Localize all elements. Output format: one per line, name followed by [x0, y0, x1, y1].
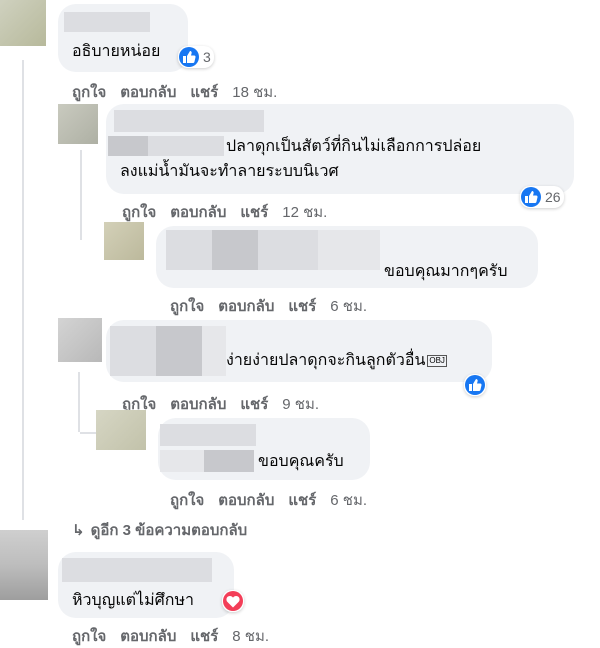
comment-actions: ถูกใจ ตอบกลับ แชร์ 18 ชม. — [72, 80, 291, 104]
comment-actions: ถูกใจ ตอบกลับ แชร์ 6 ชม. — [170, 294, 381, 318]
share-button[interactable]: แชร์ — [288, 492, 316, 509]
timestamp[interactable]: 12 ชม. — [282, 204, 327, 221]
redacted-author-name — [156, 326, 202, 376]
share-button[interactable]: แชร์ — [288, 298, 316, 315]
comment-text-content: ง่ายง่ายปลาดุกจะกินลูกตัวอื่น — [226, 352, 426, 369]
redacted-author-name — [64, 12, 150, 32]
reply-button[interactable]: ตอบกลับ — [170, 204, 226, 221]
redacted-author-name — [202, 326, 226, 376]
reply-button[interactable]: ตอบกลับ — [120, 628, 176, 645]
reaction-badge[interactable] — [464, 374, 486, 396]
like-button[interactable]: ถูกใจ — [170, 298, 204, 315]
comment-actions: ถูกใจ ตอบกลับ แชร์ 9 ชม. — [122, 392, 333, 416]
comment-text: ขอบคุณมากๆครับ — [384, 263, 508, 280]
redacted-author-name — [166, 230, 212, 270]
thread-line — [22, 60, 24, 520]
share-button[interactable]: แชร์ — [190, 628, 218, 645]
love-icon — [223, 591, 243, 611]
reaction-badge[interactable]: 3 — [178, 46, 214, 68]
reply-button[interactable]: ตอบกลับ — [120, 84, 176, 101]
thread-line — [78, 372, 80, 432]
comment-actions: ถูกใจ ตอบกลับ แชร์ 12 ชม. — [122, 200, 341, 224]
reaction-badge[interactable] — [222, 590, 244, 612]
emoji-icon: OBJ — [427, 354, 447, 367]
like-button[interactable]: ถูกใจ — [72, 628, 106, 645]
view-more-replies-label: ดูอีก 3 ข้อความตอบกลับ — [90, 522, 248, 539]
avatar[interactable] — [0, 530, 48, 600]
redacted-text — [148, 136, 224, 156]
reply-arrow-icon: ↳ — [72, 522, 85, 539]
like-button[interactable]: ถูกใจ — [72, 84, 106, 101]
like-button[interactable]: ถูกใจ — [170, 492, 204, 509]
comment-text-line1: ปลาดุกเป็นสัตว์ที่กินไม่เลือกการปล่อย — [226, 138, 482, 155]
redacted-text — [160, 450, 204, 472]
avatar[interactable] — [58, 104, 98, 144]
like-icon — [465, 375, 485, 395]
comment-text: ง่ายง่ายปลาดุกจะกินลูกตัวอื่น OBJ — [226, 351, 447, 371]
reaction-count: 3 — [203, 49, 211, 65]
redacted-author-name — [160, 424, 256, 446]
redacted-text — [204, 450, 254, 472]
share-button[interactable]: แชร์ — [240, 204, 268, 221]
avatar[interactable] — [104, 222, 144, 260]
redacted-author-name — [258, 230, 318, 270]
comment-text-line2: ลงแม่น้ำมันจะทำลายระบบนิเวศ — [120, 163, 339, 180]
redacted-author-name — [62, 558, 212, 582]
redacted-author-name — [318, 230, 380, 270]
comment-actions: ถูกใจ ตอบกลับ แชร์ 6 ชม. — [170, 488, 381, 512]
reaction-count: 26 — [545, 189, 561, 205]
redacted-author-name — [110, 326, 156, 376]
comment-actions: ถูกใจ ตอบกลับ แชร์ 8 ชม. — [72, 624, 283, 648]
timestamp[interactable]: 6 ชม. — [330, 492, 367, 509]
timestamp[interactable]: 8 ชม. — [232, 628, 269, 645]
timestamp[interactable]: 6 ชม. — [330, 298, 367, 315]
comment-text: อธิบายหน่อย — [72, 43, 161, 60]
like-button[interactable]: ถูกใจ — [122, 204, 156, 221]
view-more-replies-link[interactable]: ↳ ดูอีก 3 ข้อความตอบกลับ — [72, 518, 247, 542]
redacted-author-name — [114, 110, 264, 132]
comment-text: หิวบุญแต่ไม่ศึกษา — [72, 592, 194, 609]
share-button[interactable]: แชร์ — [240, 396, 268, 413]
reply-button[interactable]: ตอบกลับ — [170, 396, 226, 413]
reaction-badge[interactable]: 26 — [520, 186, 564, 208]
redacted-text — [108, 136, 148, 156]
avatar[interactable] — [58, 318, 102, 362]
comment-text: ขอบคุณครับ — [258, 453, 344, 470]
timestamp[interactable]: 9 ชม. — [282, 396, 319, 413]
timestamp[interactable]: 18 ชม. — [232, 84, 277, 101]
like-icon — [521, 187, 541, 207]
like-icon — [179, 47, 199, 67]
share-button[interactable]: แชร์ — [190, 84, 218, 101]
avatar[interactable] — [96, 410, 146, 450]
reply-button[interactable]: ตอบกลับ — [218, 298, 274, 315]
thread-line — [80, 150, 82, 240]
avatar[interactable] — [0, 0, 46, 46]
redacted-author-name — [212, 230, 258, 270]
reply-button[interactable]: ตอบกลับ — [218, 492, 274, 509]
